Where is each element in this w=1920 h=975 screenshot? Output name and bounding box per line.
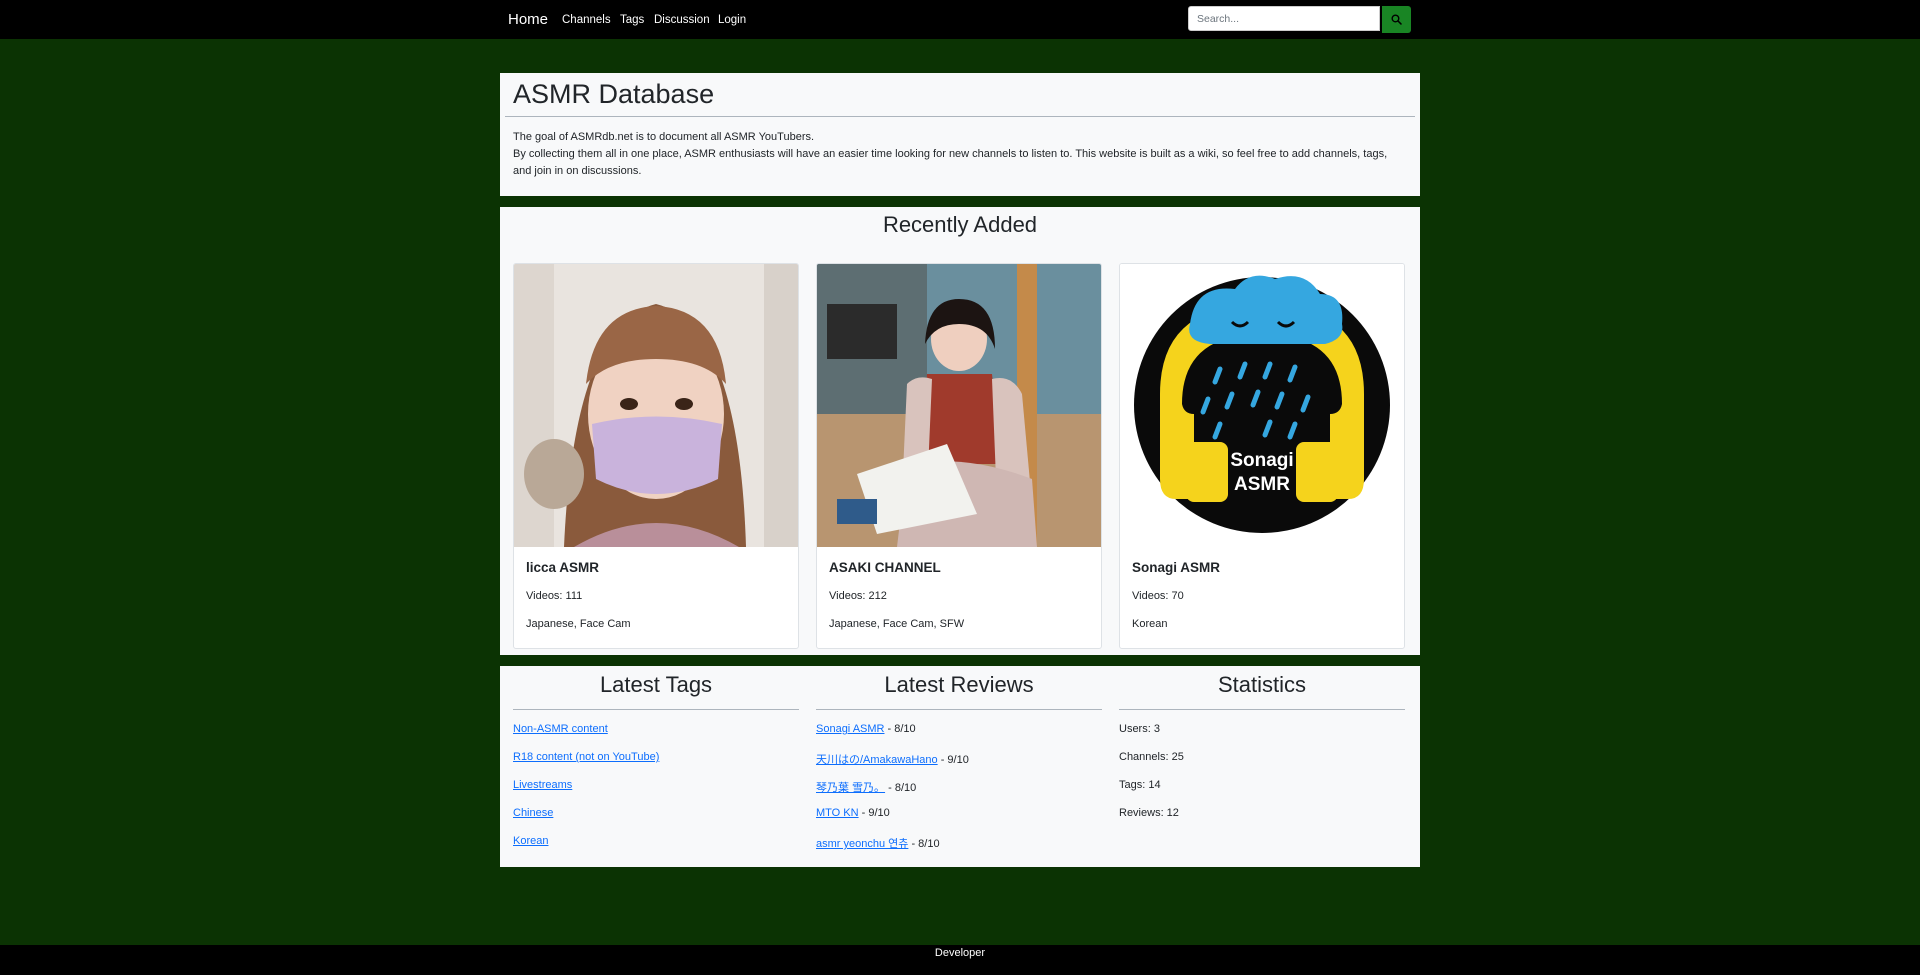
tag-link[interactable]: Livestreams bbox=[513, 779, 572, 791]
review-channel-link[interactable]: asmr yeonchu 연츄 bbox=[816, 838, 908, 850]
review-score: - 9/10 bbox=[858, 807, 890, 819]
stat-reviews: Reviews: 12 bbox=[1119, 807, 1179, 819]
tag-link[interactable]: Non-ASMR content bbox=[513, 723, 608, 735]
search-input[interactable]: Search... bbox=[1188, 6, 1380, 31]
review-channel-link[interactable]: Sonagi ASMR bbox=[816, 723, 884, 735]
top-navbar: Home Channels Tags Discussion Login Sear… bbox=[0, 0, 1920, 39]
nav-home-link[interactable]: Home bbox=[508, 11, 548, 28]
review-score: - 8/10 bbox=[885, 782, 917, 794]
review-score: - 8/10 bbox=[884, 723, 916, 735]
review-channel-link[interactable]: MTO KN bbox=[816, 807, 859, 819]
channel-thumbnail[interactable] bbox=[817, 264, 1101, 547]
summary-panel: Latest Tags Non-ASMR content R18 content… bbox=[500, 666, 1420, 867]
channel-tags: Japanese, Face Cam bbox=[526, 618, 631, 630]
channel-tags: Japanese, Face Cam, SFW bbox=[829, 618, 965, 630]
channel-card[interactable]: ASAKI CHANNEL Videos: 212 Japanese, Face… bbox=[816, 263, 1102, 649]
review-score: - 8/10 bbox=[908, 838, 940, 850]
review-item: Sonagi ASMR - 8/10 bbox=[816, 723, 916, 735]
latest-tags-title: Latest Tags bbox=[599, 672, 713, 697]
channel-name[interactable]: licca ASMR bbox=[526, 560, 599, 575]
review-channel-link[interactable]: 天川はの/AmakawaHano bbox=[816, 754, 938, 766]
page-title: ASMR Database bbox=[513, 79, 715, 109]
footer-developer-link[interactable]: Developer bbox=[935, 947, 985, 959]
intro-line-2: By collecting them all in one place, ASM… bbox=[513, 148, 1388, 177]
review-item: asmr yeonchu 연츄 - 8/10 bbox=[816, 835, 940, 851]
search-icon bbox=[1391, 14, 1402, 25]
latest-reviews-column: Latest Reviews Sonagi ASMR - 8/10 天川はの/A… bbox=[816, 666, 1102, 866]
search-button[interactable] bbox=[1382, 6, 1411, 33]
stat-channels: Channels: 25 bbox=[1119, 751, 1184, 763]
channel-video-count: Videos: 70 bbox=[1132, 590, 1184, 602]
channel-video-count: Videos: 212 bbox=[829, 590, 887, 602]
review-score: - 9/10 bbox=[937, 754, 969, 766]
nav-tags-link[interactable]: Tags bbox=[620, 14, 644, 26]
tag-link[interactable]: R18 content (not on YouTube) bbox=[513, 751, 659, 763]
channel-video-count: Videos: 111 bbox=[526, 590, 583, 602]
column-divider bbox=[1119, 709, 1405, 710]
stat-users: Users: 3 bbox=[1119, 723, 1160, 735]
recently-added-title: Recently Added bbox=[882, 212, 1038, 237]
intro-line-1: The goal of ASMRdb.net is to document al… bbox=[513, 131, 815, 143]
intro-text: The goal of ASMRdb.net is to document al… bbox=[513, 129, 1403, 180]
recently-added-panel: Recently Added licca ASMR Videos: 111 Ja… bbox=[500, 207, 1420, 655]
channel-name[interactable]: ASAKI CHANNEL bbox=[829, 560, 941, 575]
channel-thumbnail[interactable] bbox=[514, 264, 798, 547]
tag-link[interactable]: Chinese bbox=[513, 807, 553, 819]
review-channel-link[interactable]: 琴乃葉 雪乃。 bbox=[816, 782, 885, 794]
logo-text-2: ASMR bbox=[1234, 474, 1290, 495]
channel-tags: Korean bbox=[1132, 618, 1168, 630]
review-item: MTO KN - 9/10 bbox=[816, 807, 890, 819]
channel-logo[interactable]: Sonagi ASMR bbox=[1120, 264, 1404, 547]
column-divider bbox=[513, 709, 799, 710]
footer: Developer bbox=[0, 945, 1920, 975]
statistics-title: Statistics bbox=[1217, 672, 1307, 697]
nav-discussion-link[interactable]: Discussion bbox=[654, 14, 710, 26]
channel-name[interactable]: Sonagi ASMR bbox=[1132, 560, 1220, 575]
logo-text-1: Sonagi bbox=[1230, 450, 1293, 471]
statistics-column: Statistics Users: 3 Channels: 25 Tags: 1… bbox=[1119, 666, 1405, 866]
intro-panel: ASMR Database The goal of ASMRdb.net is … bbox=[500, 73, 1420, 196]
latest-reviews-title: Latest Reviews bbox=[884, 672, 1034, 697]
review-item: 琴乃葉 雪乃。 - 8/10 bbox=[816, 779, 916, 795]
nav-login-link[interactable]: Login bbox=[718, 14, 746, 26]
title-divider bbox=[505, 116, 1415, 117]
channel-card[interactable]: Sonagi ASMR Sonagi ASMR Videos: 70 Korea… bbox=[1119, 263, 1405, 649]
nav-channels-link[interactable]: Channels bbox=[562, 14, 611, 26]
latest-tags-column: Latest Tags Non-ASMR content R18 content… bbox=[513, 666, 799, 866]
review-item: 天川はの/AmakawaHano - 9/10 bbox=[816, 751, 969, 767]
stat-tags: Tags: 14 bbox=[1119, 779, 1161, 791]
tag-link[interactable]: Korean bbox=[513, 835, 548, 847]
channel-card[interactable]: licca ASMR Videos: 111 Japanese, Face Ca… bbox=[513, 263, 799, 649]
column-divider bbox=[816, 709, 1102, 710]
